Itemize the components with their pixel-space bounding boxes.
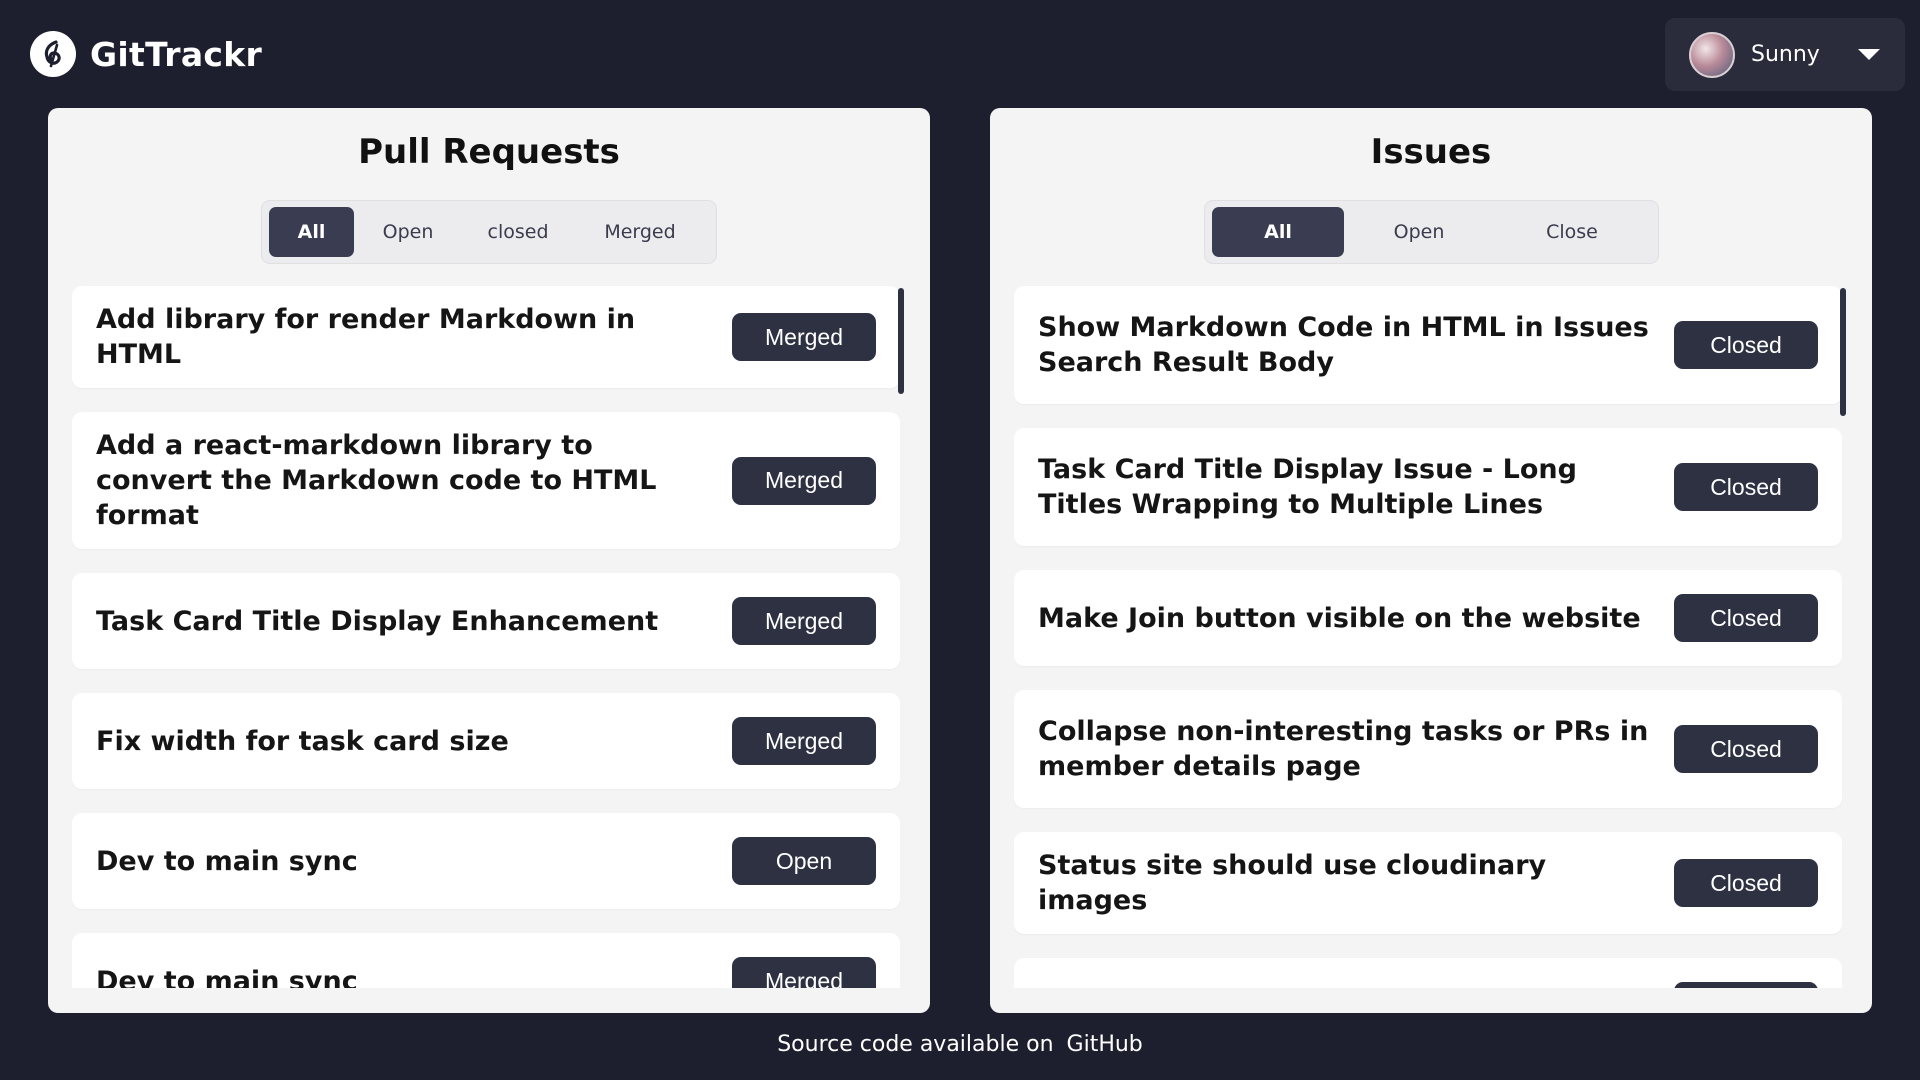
- tab-all[interactable]: All: [1212, 207, 1344, 257]
- list-item[interactable]: Status site should use cloudinary images…: [1014, 832, 1842, 934]
- panel-title: Pull Requests: [358, 132, 620, 172]
- footer-text: Source code available on: [777, 1032, 1054, 1057]
- scrollbar-thumb[interactable]: [1840, 288, 1846, 416]
- scrollbar-thumb[interactable]: [898, 288, 904, 394]
- issues-list[interactable]: Show Markdown Code in HTML in Issues Sea…: [1014, 286, 1842, 988]
- item-title: Fix width for task card size: [96, 725, 509, 757]
- status-badge: Merged: [732, 313, 876, 361]
- item-title: Task Card Title Display Issue - Long Tit…: [1038, 454, 1577, 520]
- item-title: Status site should use cloudinary images: [1038, 850, 1547, 916]
- list-item[interactable]: Collapse non-interesting tasks or PRs in…: [1014, 690, 1842, 808]
- status-badge: Merged: [732, 456, 876, 505]
- tab-close[interactable]: Close: [1494, 207, 1650, 257]
- list-item[interactable]: Task Card Title Display Issue - Long Tit…: [1014, 428, 1842, 546]
- status-badge: Closed: [1674, 859, 1818, 907]
- list-item[interactable]: Task Card Title Display Enhancement Merg…: [72, 573, 900, 669]
- status-badge: Closed: [1674, 725, 1818, 773]
- footer: Source code available on GitHub: [0, 1032, 1920, 1057]
- logo-icon: [30, 31, 76, 77]
- tab-all[interactable]: All: [269, 207, 354, 257]
- item-title: Make Join button visible on the website: [1038, 602, 1641, 634]
- list-item[interactable]: [1014, 958, 1842, 988]
- list-item[interactable]: Add library for render Markdown in HTML …: [72, 286, 900, 388]
- avatar: [1689, 31, 1735, 78]
- pull-requests-panel: Pull Requests All Open closed Merged Add…: [48, 108, 930, 1013]
- list-item[interactable]: Make Join button visible on the website …: [1014, 570, 1842, 666]
- status-badge: Merged: [732, 957, 876, 988]
- list-item[interactable]: Dev to main sync Open: [72, 813, 900, 909]
- item-title: Add library for render Markdown in HTML: [96, 304, 636, 370]
- github-link[interactable]: GitHub: [1067, 1032, 1143, 1057]
- status-badge: Closed: [1674, 463, 1818, 511]
- issues-panel: Issues All Open Close Show Markdown Code…: [990, 108, 1872, 1013]
- item-title: Add a react-markdown library to convert …: [96, 430, 657, 531]
- issues-filter-tabs: All Open Close: [1204, 200, 1659, 264]
- item-title: Show Markdown Code in HTML in Issues Sea…: [1038, 312, 1649, 378]
- chevron-down-icon[interactable]: [1857, 49, 1880, 60]
- status-badge: Open: [732, 837, 876, 885]
- item-title: Task Card Title Display Enhancement: [96, 605, 659, 637]
- list-item[interactable]: Show Markdown Code in HTML in Issues Sea…: [1014, 286, 1842, 404]
- app-name: GitTrackr: [90, 34, 263, 74]
- list-item[interactable]: Add a react-markdown library to convert …: [72, 412, 900, 549]
- status-badge: Closed: [1674, 594, 1818, 642]
- tab-closed[interactable]: closed: [462, 207, 574, 257]
- list-item[interactable]: Dev to main sync Merged: [72, 933, 900, 988]
- pr-list[interactable]: Add library for render Markdown in HTML …: [72, 286, 900, 988]
- status-badge: Merged: [732, 597, 876, 645]
- item-title: Dev to main sync: [96, 965, 358, 989]
- tab-open[interactable]: Open: [354, 207, 462, 257]
- item-title: Dev to main sync: [96, 845, 358, 877]
- tab-open[interactable]: Open: [1344, 207, 1494, 257]
- item-title: Collapse non-interesting tasks or PRs in…: [1038, 716, 1649, 782]
- list-item[interactable]: Fix width for task card size Merged: [72, 693, 900, 789]
- status-badge: Merged: [732, 717, 876, 765]
- user-name: Sunny: [1751, 42, 1820, 67]
- pr-filter-tabs: All Open closed Merged: [261, 200, 717, 264]
- status-badge: Closed: [1674, 321, 1818, 369]
- tab-merged[interactable]: Merged: [574, 207, 706, 257]
- app-logo[interactable]: GitTrackr: [30, 31, 262, 77]
- status-badge: [1674, 982, 1818, 988]
- panel-title: Issues: [1370, 132, 1492, 172]
- user-menu[interactable]: Sunny: [1665, 18, 1905, 91]
